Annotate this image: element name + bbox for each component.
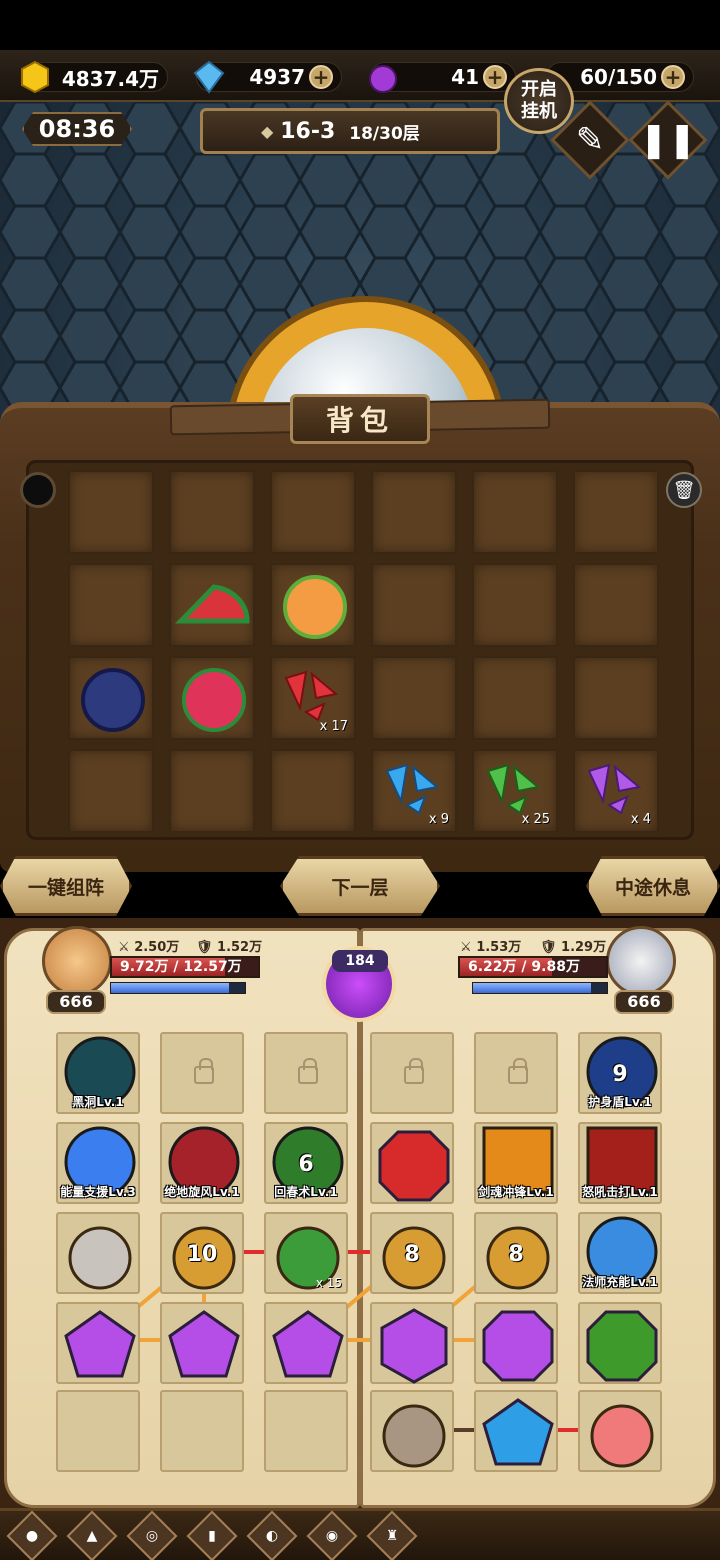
ground-whirl-skill-slot[interactable]: 绝地旋风Lv.1	[160, 1122, 244, 1204]
roar-strike-skill-slot[interactable]: 怒吼击打Lv.1	[578, 1122, 662, 1204]
count-label: 8	[508, 1242, 524, 1267]
skill-label: 护身盾Lv.1	[588, 1095, 652, 1109]
purple-gem-slot[interactable]	[160, 1302, 244, 1384]
nav-card-icon[interactable]: ▮	[186, 1510, 238, 1560]
gold-bear-slot[interactable]: 8	[474, 1212, 558, 1294]
green-gem-slot[interactable]	[578, 1302, 662, 1384]
empty-slot[interactable]	[56, 1390, 140, 1472]
purple-gem-icon	[168, 1310, 240, 1378]
green-gem-icon	[586, 1310, 658, 1382]
gold-bear-slot[interactable]: 10	[160, 1212, 244, 1294]
gold-bear-slot[interactable]: 8	[370, 1212, 454, 1294]
broccoli-slot[interactable]: x 15	[264, 1212, 348, 1294]
count-label: 9	[612, 1062, 628, 1087]
pink-slime-icon	[590, 1404, 654, 1468]
gray-bear-slot[interactable]	[56, 1212, 140, 1294]
lock-icon	[194, 1058, 214, 1084]
nav-ball-icon[interactable]: ●	[6, 1510, 58, 1560]
nav-shell-icon[interactable]: ◐	[246, 1510, 298, 1560]
red-gem-slot[interactable]	[370, 1122, 454, 1204]
locked-slot[interactable]	[370, 1032, 454, 1114]
purple-gem-icon	[482, 1310, 554, 1382]
blue-gem-slot[interactable]	[474, 1390, 558, 1472]
bottom-nav: ● ▲ ◎ ▮ ◐ ◉ ♜	[0, 1508, 720, 1560]
hp-bar-left: 9.72万 / 12.57万	[110, 956, 260, 978]
purple-gem-slot[interactable]	[370, 1302, 454, 1384]
shield-skill-slot[interactable]: 9 护身盾Lv.1	[578, 1032, 662, 1114]
count-label: 10	[186, 1242, 218, 1267]
purple-gem-icon	[64, 1310, 136, 1378]
skill-label: 回春术Lv.1	[274, 1185, 338, 1199]
nav-trophy-icon[interactable]: ♜	[366, 1510, 418, 1560]
skill-label: 剑魂冲锋Lv.1	[478, 1185, 554, 1199]
locked-slot[interactable]	[160, 1032, 244, 1114]
nav-orb-icon[interactable]: ◉	[306, 1510, 358, 1560]
black-hole-skill-slot[interactable]: 黑洞Lv.1	[56, 1032, 140, 1114]
item-quantity: x 15	[315, 1276, 342, 1290]
skill-label: 绝地旋风Lv.1	[164, 1185, 240, 1199]
blue-gem-icon	[482, 1398, 554, 1466]
purple-gem-slot[interactable]	[56, 1302, 140, 1384]
purple-gem-slot[interactable]	[264, 1302, 348, 1384]
skill-label: 黑洞Lv.1	[72, 1095, 124, 1109]
mage-charge-skill-slot[interactable]: 法师充能Lv.1	[578, 1212, 662, 1294]
sword-soul-skill-slot[interactable]: 剑魂冲锋Lv.1	[474, 1122, 558, 1204]
red-gem-icon	[378, 1130, 450, 1202]
purple-gem-icon	[380, 1308, 448, 1384]
turtle-icon	[382, 1404, 446, 1468]
rejuvenate-skill-slot[interactable]: 6 回春术Lv.1	[264, 1122, 348, 1204]
skill-label: 能量支援Lv.3	[60, 1185, 136, 1199]
gray-bear-icon	[68, 1226, 132, 1290]
pink-slime-slot[interactable]	[578, 1390, 662, 1472]
purple-gem-icon	[272, 1310, 344, 1378]
nav-helmet-icon[interactable]: ◎	[126, 1510, 178, 1560]
skill-label: 怒吼击打Lv.1	[582, 1185, 658, 1199]
locked-slot[interactable]	[264, 1032, 348, 1114]
lock-icon	[404, 1058, 424, 1084]
empty-slot[interactable]	[160, 1390, 244, 1472]
empty-slot[interactable]	[264, 1390, 348, 1472]
locked-slot[interactable]	[474, 1032, 558, 1114]
nav-shoe-icon[interactable]: ▲	[66, 1510, 118, 1560]
count-label: 8	[404, 1242, 420, 1267]
turtle-slot[interactable]	[370, 1390, 454, 1472]
lock-icon	[298, 1058, 318, 1084]
skill-label: 法师充能Lv.1	[582, 1275, 658, 1289]
lock-icon	[508, 1058, 528, 1084]
energy-support-skill-slot[interactable]: 能量支援Lv.3	[56, 1122, 140, 1204]
purple-gem-slot[interactable]	[474, 1302, 558, 1384]
count-label: 6	[298, 1152, 314, 1177]
